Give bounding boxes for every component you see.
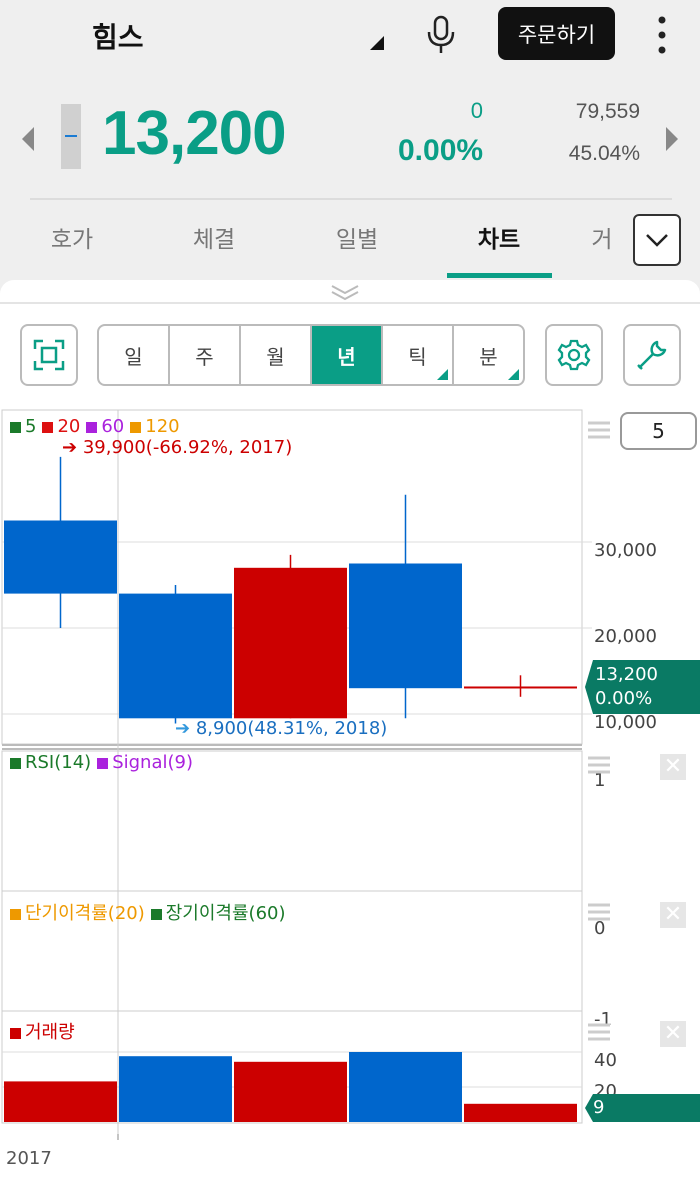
chevron-down-icon	[646, 234, 668, 247]
legend-swatch	[10, 1027, 21, 1039]
fullscreen-icon	[33, 339, 65, 371]
legend-swatch	[42, 421, 54, 433]
period-minute[interactable]: 분	[454, 326, 523, 384]
chart-tools-button[interactable]	[623, 324, 681, 386]
menu-icon[interactable]	[588, 420, 610, 440]
legend-swatch	[10, 757, 21, 769]
period-selector: 일 주 월 년 틱 분	[97, 324, 525, 386]
tab-more[interactable]: 거	[572, 220, 632, 254]
chart-settings-button[interactable]	[545, 324, 603, 386]
volume-axis-label: 20	[594, 1081, 617, 1095]
menu-icon[interactable]	[588, 755, 610, 775]
legend-swatch	[150, 908, 162, 920]
legend-swatch	[10, 421, 21, 433]
submenu-indicator-icon	[508, 369, 519, 380]
price-change-pct: 0.00%	[398, 134, 484, 167]
period-year[interactable]: 년	[312, 326, 383, 384]
volume-axis-label: 40	[594, 1050, 617, 1071]
close-icon[interactable]: ✕	[660, 754, 686, 780]
high-price-label: ➔ 39,900(-66.92%, 2017)	[62, 437, 293, 458]
legend-swatch	[97, 757, 109, 769]
prev-stock-arrow-icon[interactable]	[22, 127, 34, 151]
current-volume-tag: 9	[585, 1094, 700, 1122]
more-vertical-icon[interactable]	[652, 14, 672, 56]
turnover-rate: 45.04%	[568, 142, 640, 165]
stock-header: 힘스 주문하기 13,200 0 0.00% 79,559 45.04% 호가 …	[0, 0, 700, 280]
active-tab-indicator	[447, 273, 552, 278]
fullscreen-button[interactable]	[20, 324, 78, 386]
tab-hoga[interactable]: 호가	[22, 220, 122, 254]
tab-expand-button[interactable]	[633, 214, 681, 266]
period-day[interactable]: 일	[99, 326, 170, 384]
wrench-icon	[637, 340, 667, 370]
x-axis-label: 2017	[6, 1148, 52, 1169]
legend-entry: 20	[42, 416, 80, 437]
legend-entry: 5	[10, 416, 36, 437]
current-price: 13,200	[102, 99, 287, 168]
legend-swatch	[10, 908, 21, 920]
tab-trades[interactable]: 체결	[164, 220, 264, 254]
trade-volume: 79,559	[575, 100, 640, 123]
ma-period-input[interactable]: 5	[620, 412, 697, 450]
price-axis-label: 10,000	[594, 712, 657, 733]
microphone-icon[interactable]	[424, 14, 458, 56]
order-button[interactable]: 주문하기	[498, 7, 615, 60]
next-stock-arrow-icon[interactable]	[666, 127, 678, 151]
rsi-legend: RSI(14) Signal(9)	[10, 752, 199, 773]
stock-name[interactable]: 힘스	[92, 16, 144, 56]
header-divider	[30, 198, 672, 200]
price-axis-label: 20,000	[594, 626, 657, 647]
submenu-indicator-icon	[437, 369, 448, 380]
low-price-label: ➔ 8,900(48.31%, 2018)	[175, 718, 388, 739]
disparity-legend: 단기이격률(20) 장기이격률(60)	[10, 899, 292, 925]
legend-entry: 120	[130, 416, 180, 437]
menu-icon[interactable]	[588, 1022, 610, 1042]
mini-candle-icon	[61, 104, 81, 169]
tab-chart[interactable]: 차트	[449, 220, 549, 254]
panel-collapse-chevron-icon[interactable]	[330, 283, 360, 301]
menu-icon[interactable]	[588, 902, 610, 922]
legend-swatch	[86, 421, 98, 433]
legend-entry: RSI(14)	[10, 752, 91, 773]
legend-entry: Signal(9)	[97, 752, 193, 773]
legend-entry: 60	[86, 416, 124, 437]
price-change: 0	[470, 98, 483, 123]
legend-entry: 단기이격률(20)	[10, 903, 145, 924]
period-week[interactable]: 주	[170, 326, 241, 384]
close-icon[interactable]: ✕	[660, 1021, 686, 1047]
tab-daily[interactable]: 일별	[307, 220, 407, 254]
current-price-tag: 13,200 0.00%	[585, 660, 700, 714]
volume-legend: 거래량	[10, 1018, 75, 1044]
legend-swatch	[130, 421, 142, 433]
period-tick[interactable]: 틱	[383, 326, 454, 384]
stock-select-caret-icon[interactable]	[370, 36, 384, 50]
gear-icon	[557, 339, 591, 371]
panel-divider	[0, 302, 700, 304]
close-icon[interactable]: ✕	[660, 902, 686, 928]
price-axis-label: 30,000	[594, 540, 657, 561]
legend-entry: 장기이격률(60)	[150, 903, 286, 924]
moving-average-legend: 5 20 60 120	[10, 416, 186, 437]
period-month[interactable]: 월	[241, 326, 312, 384]
